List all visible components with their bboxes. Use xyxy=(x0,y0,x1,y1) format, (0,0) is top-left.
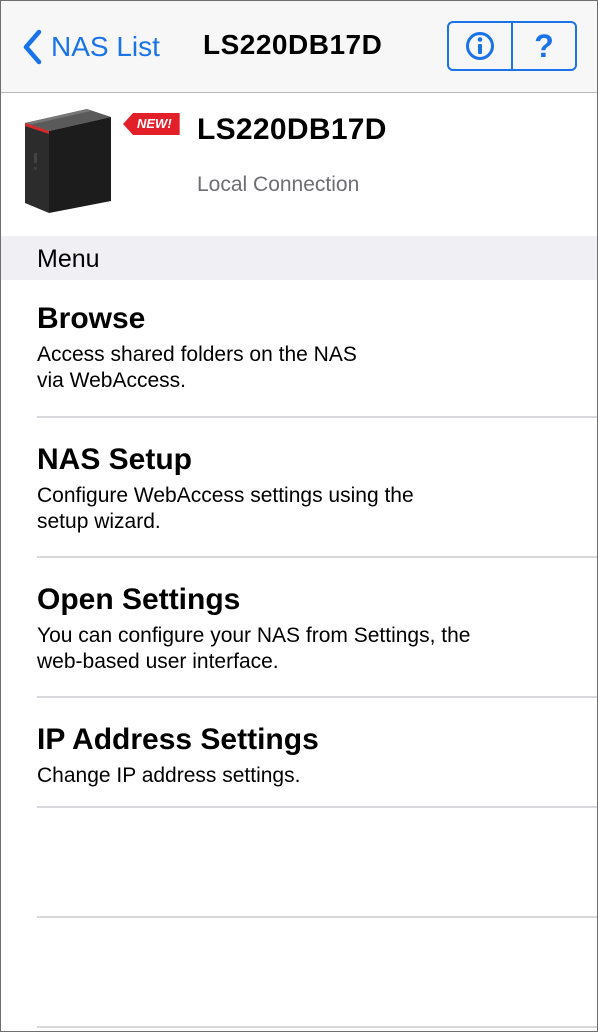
menu-item-description: Configure WebAccess settings using the s… xyxy=(37,483,577,535)
divider xyxy=(37,1026,597,1028)
navigation-bar: NAS List LS220DB17D ? xyxy=(1,1,597,93)
menu-item-ip-address-settings[interactable]: IP Address Settings Change IP address se… xyxy=(1,699,597,807)
menu-item-nas-setup[interactable]: NAS Setup Configure WebAccess settings u… xyxy=(1,419,597,557)
info-button[interactable] xyxy=(449,23,511,69)
menu-item-description: Access shared folders on the NAS via Web… xyxy=(37,342,577,394)
info-circle-icon xyxy=(465,31,495,61)
device-header: NEW! LS220DB17D Local Connection xyxy=(1,93,597,236)
chevron-left-icon xyxy=(23,29,42,65)
new-badge: NEW! xyxy=(123,113,180,135)
divider xyxy=(37,806,597,808)
back-button-label: NAS List xyxy=(51,31,160,62)
menu-item-title: Browse xyxy=(37,302,146,335)
menu-item-description-line: Change IP address settings. xyxy=(37,764,301,787)
menu-item-description-line: Configure WebAccess settings using the xyxy=(37,484,414,507)
menu-item-browse[interactable]: Browse Access shared folders on the NAS … xyxy=(1,280,597,418)
app-screen: NAS List LS220DB17D ? NEW! LS220DB17D Lo… xyxy=(0,0,598,1032)
menu-item-open-settings[interactable]: Open Settings You can configure your NAS… xyxy=(1,559,597,697)
help-button[interactable]: ? xyxy=(511,23,575,69)
section-title: Menu xyxy=(37,245,100,273)
divider xyxy=(37,916,597,918)
menu-item-title: NAS Setup xyxy=(37,443,193,476)
divider xyxy=(37,696,597,698)
menu-item-description-line: You can configure your NAS from Settings… xyxy=(37,624,471,647)
info-help-segmented-control: ? xyxy=(447,21,577,71)
menu-item-title: IP Address Settings xyxy=(37,723,319,756)
nas-device-image xyxy=(25,109,111,213)
menu-item-description-line: web-based user interface. xyxy=(37,650,279,673)
connection-status: Local Connection xyxy=(197,173,360,196)
menu-item-description: You can configure your NAS from Settings… xyxy=(37,623,577,675)
back-button[interactable]: NAS List xyxy=(21,27,160,67)
device-name: LS220DB17D xyxy=(197,113,387,146)
section-header: Menu xyxy=(1,236,597,280)
help-question-icon: ? xyxy=(534,28,554,64)
menu-item-description-line: via WebAccess. xyxy=(37,369,186,392)
divider xyxy=(37,556,597,558)
page-title: LS220DB17D xyxy=(203,29,383,60)
divider xyxy=(37,416,597,418)
menu-item-description-line: setup wizard. xyxy=(37,510,161,533)
menu-item-title: Open Settings xyxy=(37,583,241,616)
menu-item-description: Change IP address settings. xyxy=(37,763,577,789)
menu-item-description-line: Access shared folders on the NAS xyxy=(37,343,357,366)
